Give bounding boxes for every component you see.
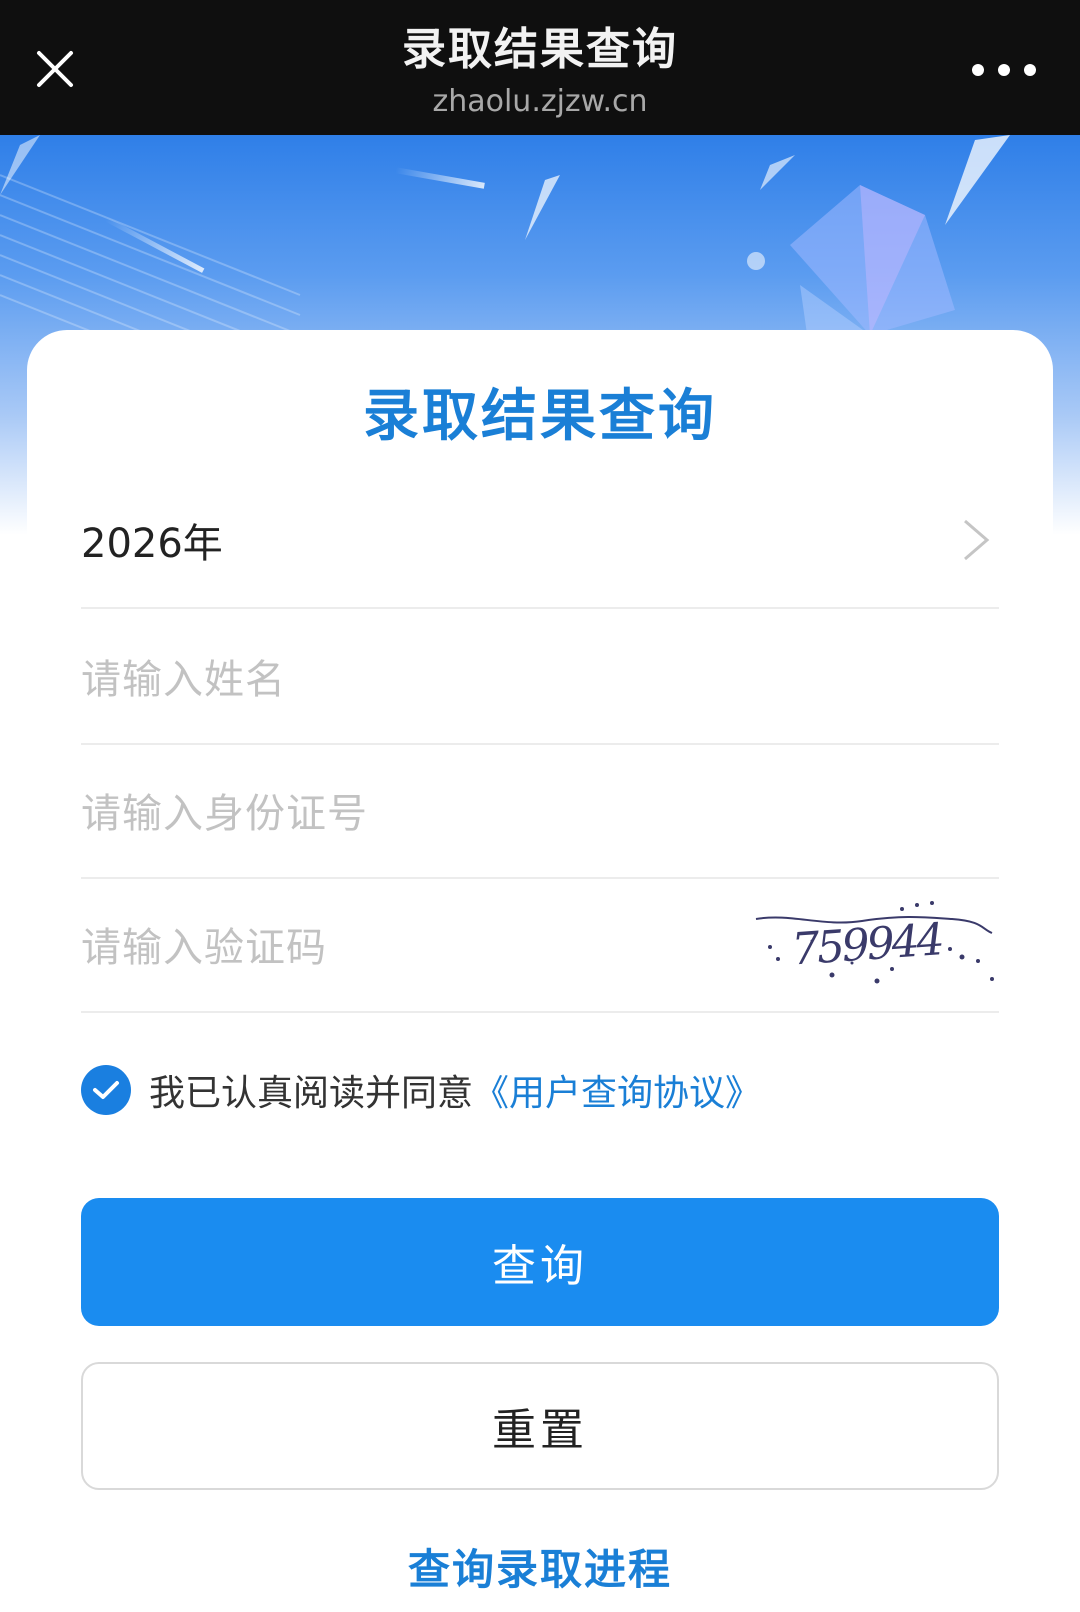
agreement-row: 我已认真阅读并同意 《用户查询协议》 [81, 1060, 761, 1120]
id-placeholder: 请输入身份证号 [81, 791, 368, 837]
year-value: 2026年 [81, 521, 223, 567]
captcha-image[interactable]: 759944 [752, 899, 997, 989]
reset-button[interactable]: 重置 [81, 1362, 999, 1490]
more-button[interactable] [964, 52, 1044, 88]
captcha-text: 759944 [790, 914, 943, 975]
more-dots-icon [972, 64, 1036, 76]
captcha-field[interactable]: 请输入验证码 759944 [81, 877, 999, 1013]
top-nav-bar: 录取结果查询 zhaolu.zjzw.cn [0, 0, 1080, 135]
agree-text: 我已认真阅读并同意 [149, 1073, 474, 1114]
page-title: 录取结果查询 [363, 384, 717, 449]
query-button[interactable]: 查询 [81, 1198, 999, 1326]
name-field[interactable]: 请输入姓名 [81, 609, 999, 745]
admission-progress-link[interactable]: 查询录取进程 [27, 1536, 1053, 1597]
nav-url: zhaolu.zjzw.cn [432, 84, 648, 119]
id-number-field[interactable]: 请输入身份证号 [81, 743, 999, 879]
nav-title: 录取结果查询 [402, 24, 678, 75]
captcha-placeholder: 请输入验证码 [81, 925, 327, 971]
query-card: 录取结果查询 2026年 请输入姓名 请输入身份证号 请输入验证码 759944 [27, 330, 1053, 1612]
user-agreement-link[interactable]: 《用户查询协议》 [473, 1064, 761, 1116]
name-placeholder: 请输入姓名 [81, 657, 286, 703]
chevron-right-icon [964, 519, 990, 561]
year-selector[interactable]: 2026年 [81, 473, 999, 609]
check-icon [93, 1081, 119, 1099]
agree-checkbox[interactable] [81, 1065, 131, 1115]
